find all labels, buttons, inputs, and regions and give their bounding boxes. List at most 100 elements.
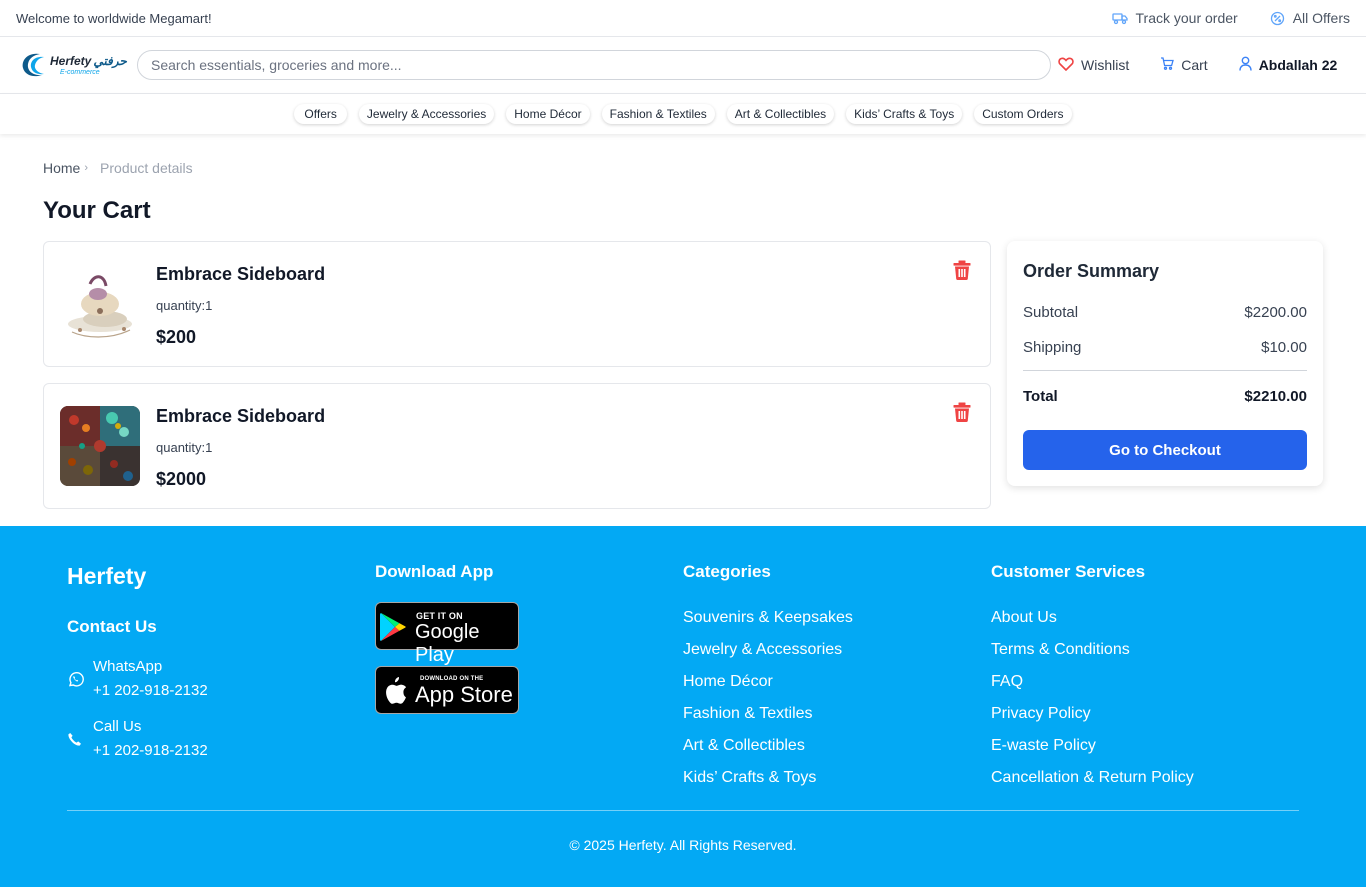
page-title: Your Cart — [43, 197, 151, 224]
cart-icon — [1160, 57, 1175, 73]
category-jewelry-accessories[interactable]: Jewelry & Accessories — [358, 104, 495, 124]
main-content: Home › Product details Your Cart Embrace… — [0, 160, 1366, 525]
item-price: $200 — [156, 327, 197, 347]
google-play-small-text: GET IT ON — [416, 611, 463, 621]
footer-link-terms-conditions[interactable]: Terms & Conditions — [991, 634, 1299, 666]
footer-link-jewelry-accessories[interactable]: Jewelry & Accessories — [683, 634, 991, 666]
shipping-row: Shipping $10.00 — [1023, 339, 1307, 356]
cart-layout: Embrace Sideboard quantity:1 $200 Embrac… — [43, 241, 1323, 525]
breadcrumb-home[interactable]: Home — [43, 160, 80, 176]
footer-link-ewaste-policy[interactable]: E-waste Policy — [991, 730, 1299, 762]
category-custom-orders[interactable]: Custom Orders — [974, 104, 1072, 124]
breadcrumb-current: Product details — [100, 160, 193, 176]
order-summary-card: Order Summary Subtotal $2200.00 Shipping… — [1007, 241, 1323, 486]
footer-link-privacy-policy[interactable]: Privacy Policy — [991, 698, 1299, 730]
footer-link-fashion-textiles[interactable]: Fashion & Textiles — [683, 698, 991, 730]
site-footer: Herfety Contact Us WhatsApp +1 202-918-2… — [0, 526, 1366, 887]
footer-download-column: Download App GET IT ON Google Play DOWNL… — [375, 562, 683, 794]
item-name[interactable]: Embrace Sideboard — [156, 264, 325, 285]
cart-button[interactable]: Cart — [1160, 57, 1208, 73]
footer-link-kids-crafts-toys[interactable]: Kids’ Crafts & Toys — [683, 762, 991, 794]
contact-us-heading: Contact Us — [67, 617, 157, 636]
heart-icon — [1058, 57, 1074, 74]
main-header: Herfety حرفتي E-commerce Wishlist — [0, 37, 1366, 94]
whatsapp-number: +1 202-918-2132 — [93, 682, 208, 699]
app-store-badge[interactable]: DOWNLOAD ON THE App Store — [375, 666, 519, 714]
copyright-text: © 2025 Herfety. All Rights Reserved. — [569, 837, 797, 853]
item-quantity: quantity:1 — [156, 440, 213, 455]
item-name[interactable]: Embrace Sideboard — [156, 406, 325, 427]
footer-contact-column: Herfety Contact Us WhatsApp +1 202-918-2… — [67, 562, 375, 794]
truck-icon — [1111, 11, 1128, 25]
google-play-badge[interactable]: GET IT ON Google Play — [375, 602, 519, 666]
footer-link-cancellation-return-policy[interactable]: Cancellation & Return Policy — [991, 762, 1299, 794]
cart-label: Cart — [1181, 57, 1208, 73]
categories-heading: Categories — [683, 562, 771, 581]
google-play-big-text: Google Play — [415, 621, 480, 666]
category-offers[interactable]: Offers — [294, 104, 347, 124]
top-bar-links: Track your order All Offers — [1111, 10, 1350, 26]
apple-icon — [386, 677, 407, 704]
footer-link-art-collectibles[interactable]: Art & Collectibles — [683, 730, 991, 762]
item-info: Embrace Sideboard quantity:1 $2000 — [156, 406, 325, 489]
delete-item-button[interactable] — [953, 402, 971, 427]
whatsapp-contact[interactable]: WhatsApp +1 202-918-2132 — [67, 655, 375, 703]
category-fashion-textiles[interactable]: Fashion & Textiles — [601, 104, 715, 124]
breadcrumb: Home › Product details — [43, 160, 1323, 176]
customer-services-heading: Customer Services — [991, 562, 1146, 581]
footer-divider — [67, 810, 1299, 811]
shipping-value: $10.00 — [1261, 339, 1307, 356]
offer-badge-icon — [1270, 11, 1285, 26]
whatsapp-label: WhatsApp — [93, 658, 163, 675]
category-kids-crafts-toys[interactable]: Kids’ Crafts & Toys — [846, 104, 963, 124]
logo-latin: Herfety — [50, 53, 92, 68]
total-row: Total $2210.00 — [1023, 388, 1307, 405]
item-price: $2000 — [156, 469, 207, 489]
wishlist-label: Wishlist — [1081, 57, 1130, 73]
top-bar: Welcome to worldwide Megamart! Track you… — [0, 0, 1366, 37]
total-label: Total — [1023, 388, 1058, 405]
footer-columns: Herfety Contact Us WhatsApp +1 202-918-2… — [0, 526, 1366, 794]
item-info: Embrace Sideboard quantity:1 $200 — [156, 264, 325, 347]
logo-arabic: حرفتي — [93, 53, 127, 68]
shipping-label: Shipping — [1023, 339, 1082, 356]
checkout-button[interactable]: Go to Checkout — [1023, 430, 1307, 470]
user-account-button[interactable]: Abdallah 22 — [1238, 56, 1337, 74]
subtotal-value: $2200.00 — [1244, 304, 1307, 321]
delete-item-button[interactable] — [953, 260, 971, 285]
header-actions: Wishlist Cart Abdallah 22 — [1058, 56, 1337, 74]
track-order-link[interactable]: Track your order — [1111, 10, 1238, 26]
category-art-collectibles[interactable]: Art & Collectibles — [726, 104, 835, 124]
footer-brand: Herfety — [67, 563, 147, 589]
subtotal-row: Subtotal $2200.00 — [1023, 304, 1307, 321]
category-home-decor[interactable]: Home Décor — [506, 104, 590, 124]
cart-items-list: Embrace Sideboard quantity:1 $200 Embrac… — [43, 241, 991, 525]
search-input[interactable] — [137, 50, 1051, 80]
google-play-icon — [380, 613, 406, 641]
logo-swoosh-icon — [22, 53, 44, 77]
category-nav: Offers Jewelry & Accessories Home Décor … — [0, 94, 1366, 134]
cart-item: Embrace Sideboard quantity:1 $2000 — [43, 383, 991, 509]
summary-divider — [1023, 370, 1307, 371]
footer-link-souvenirs-keepsakes[interactable]: Souvenirs & Keepsakes — [683, 602, 991, 634]
logo-subtitle: E-commerce — [60, 68, 100, 76]
item-quantity: quantity:1 — [156, 298, 213, 313]
phone-icon — [67, 732, 93, 747]
footer-services-column: Customer Services About Us Terms & Condi… — [991, 562, 1299, 794]
download-app-heading: Download App — [375, 562, 494, 581]
footer-link-about-us[interactable]: About Us — [991, 602, 1299, 634]
product-thumbnail[interactable] — [60, 406, 140, 486]
footer-link-faq[interactable]: FAQ — [991, 666, 1299, 698]
product-thumbnail[interactable] — [60, 264, 140, 344]
welcome-text: Welcome to worldwide Megamart! — [16, 10, 212, 26]
herfety-logo[interactable]: Herfety حرفتي E-commerce — [20, 51, 137, 79]
total-value: $2210.00 — [1244, 388, 1307, 405]
call-contact[interactable]: Call Us +1 202-918-2132 — [67, 715, 375, 763]
chevron-right-icon: › — [84, 162, 89, 174]
footer-link-home-decor[interactable]: Home Décor — [683, 666, 991, 698]
cart-item: Embrace Sideboard quantity:1 $200 — [43, 241, 991, 367]
all-offers-link[interactable]: All Offers — [1270, 10, 1350, 26]
order-summary-title: Order Summary — [1023, 261, 1160, 281]
wishlist-button[interactable]: Wishlist — [1058, 57, 1129, 74]
trash-icon — [953, 260, 971, 280]
